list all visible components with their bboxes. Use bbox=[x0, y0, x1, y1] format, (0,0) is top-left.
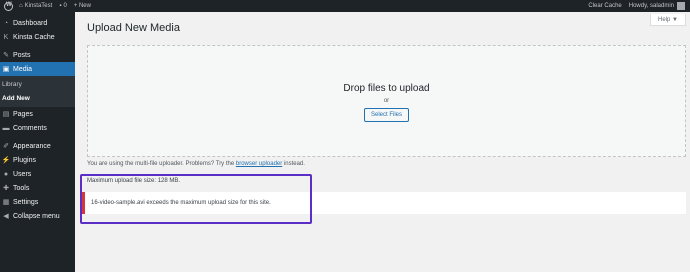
admin-bar-site-name[interactable]: ⌂ KinstaTest bbox=[19, 3, 52, 9]
drop-or-text: or bbox=[383, 98, 390, 104]
browser-uploader-link[interactable]: browser uploader bbox=[236, 161, 282, 167]
tools-icon: ✚ bbox=[3, 185, 9, 192]
sidebar-item-kinsta-cache[interactable]: K Kinsta Cache bbox=[0, 30, 75, 44]
help-tab-button[interactable]: Help ▼ bbox=[650, 14, 686, 26]
sidebar-item-pages[interactable]: ▤ Pages bbox=[0, 107, 75, 121]
sidebar-item-settings[interactable]: ▦ Settings bbox=[0, 195, 75, 209]
sidebar-item-posts[interactable]: ✎ Posts bbox=[0, 48, 75, 62]
clear-cache-link[interactable]: Clear Cache bbox=[588, 3, 621, 9]
sidebar-item-appearance[interactable]: ✐ Appearance bbox=[0, 139, 75, 153]
sidebar-item-tools[interactable]: ✚ Tools bbox=[0, 181, 75, 195]
admin-bar-comments[interactable]: ▪ 0 bbox=[59, 3, 66, 9]
sidebar-item-dashboard[interactable]: ◔ Dashboard bbox=[0, 16, 75, 30]
select-files-button[interactable]: Select Files bbox=[363, 108, 409, 122]
admin-bar: ⌂ KinstaTest ▪ 0 + New Clear Cache Howdy… bbox=[0, 0, 690, 12]
account-menu[interactable]: Howdy, saladmin bbox=[629, 2, 688, 10]
plugin-icon: ⚡ bbox=[1, 157, 11, 164]
highlight-box bbox=[80, 174, 312, 224]
drag-drop-area[interactable]: Drop files to upload or Select Files bbox=[87, 45, 686, 157]
uploader-note: You are using the multi-file uploader. P… bbox=[87, 161, 305, 167]
admin-sidebar: ◔ Dashboard K Kinsta Cache ✎ Posts ▣ Med… bbox=[0, 12, 75, 272]
wordpress-logo-icon[interactable] bbox=[4, 1, 13, 11]
sidebar-item-comments[interactable]: ▬ Comments bbox=[0, 121, 75, 135]
admin-bar-new[interactable]: + New bbox=[74, 3, 91, 9]
avatar bbox=[677, 2, 685, 10]
pin-icon: ✎ bbox=[3, 52, 9, 59]
sidebar-item-users[interactable]: ● Users bbox=[0, 167, 75, 181]
collapse-icon: ◀ bbox=[3, 213, 9, 220]
comment-bubble-icon: ▪ bbox=[59, 3, 62, 9]
pages-icon: ▤ bbox=[2, 111, 10, 118]
brush-icon: ✐ bbox=[3, 143, 9, 150]
submenu-item-library[interactable]: Library bbox=[0, 77, 75, 91]
kinsta-icon: K bbox=[3, 33, 9, 41]
media-icon: ▣ bbox=[2, 66, 10, 73]
home-icon: ⌂ bbox=[19, 3, 23, 9]
collapse-menu-button[interactable]: ◀ Collapse menu bbox=[0, 209, 75, 223]
dashboard-icon: ◔ bbox=[3, 19, 9, 27]
users-icon: ● bbox=[3, 170, 9, 178]
comments-icon: ▬ bbox=[2, 124, 10, 132]
sidebar-item-plugins[interactable]: ⚡ Plugins bbox=[0, 153, 75, 167]
drop-title: Drop files to upload bbox=[343, 83, 430, 94]
page-title: Upload New Media bbox=[87, 22, 180, 34]
sidebar-item-media[interactable]: ▣ Media bbox=[0, 62, 75, 76]
settings-icon: ▦ bbox=[2, 199, 10, 206]
submenu-item-add-new[interactable]: Add New bbox=[0, 91, 75, 105]
media-submenu: Library Add New bbox=[0, 76, 75, 107]
drop-info: Drop files to upload or Select Files bbox=[88, 83, 685, 122]
